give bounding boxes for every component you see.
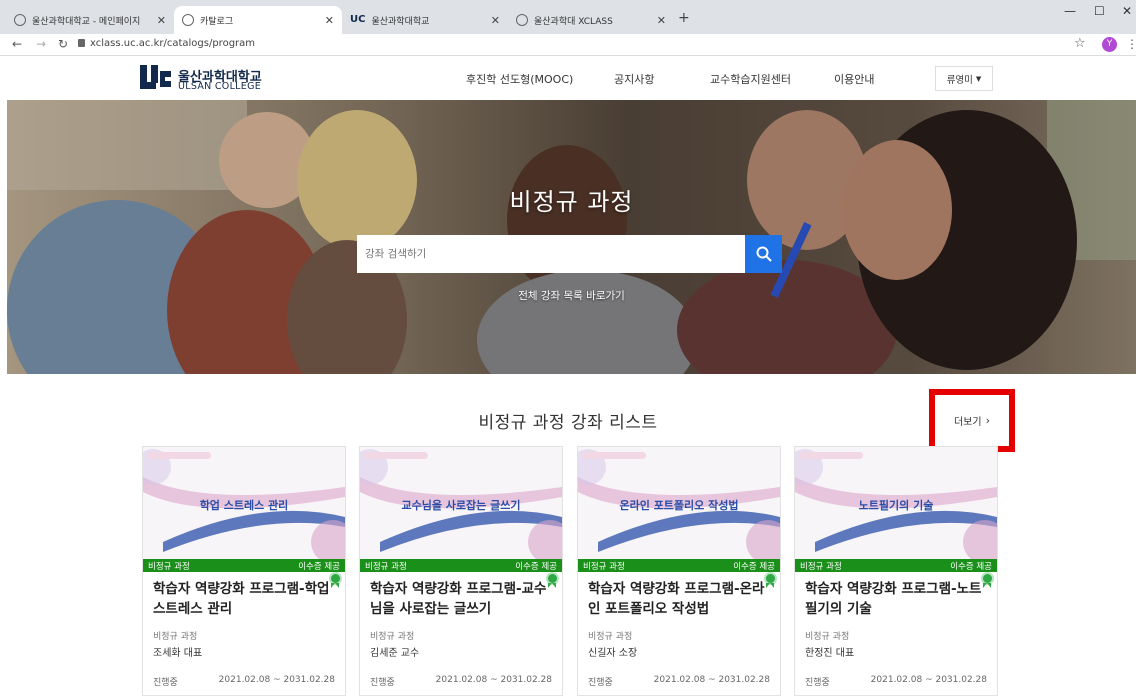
logo-text-english: ULSAN COLLEGE [178,81,262,92]
new-tab-icon[interactable]: + [678,10,690,26]
course-status: 진행중 [588,678,613,688]
thumbnail-title: 학업 스트레스 관리 [199,499,289,512]
globe-icon [14,14,26,26]
browser-tab[interactable]: 울산과학대 XCLASS ✕ [508,6,674,34]
course-period: 2021.02.08 ~ 2031.02.28 [653,675,770,685]
course-status: 진행중 [805,678,830,688]
certificate-tag: 이수증 제공 [515,561,557,572]
certificate-tag: 이수증 제공 [298,561,340,572]
close-tab-icon[interactable]: ✕ [325,14,334,27]
browser-tab[interactable]: UC 울산과학대학교 ✕ [342,6,508,34]
category-tag: 비정규 과정 [583,561,625,572]
certificate-tag: 이수증 제공 [950,561,992,572]
close-tab-icon[interactable]: ✕ [491,14,500,27]
bookmark-star-icon[interactable]: ☆ [1074,36,1086,51]
course-category: 비정규 과정 [370,632,415,642]
uc-logo-icon: UC [350,14,366,25]
course-card[interactable]: 노트필기의 기술 비정규 과정 이수증 제공 학습자 역량강화 프로그램-노트필… [794,446,998,696]
course-card[interactable]: 교수님을 사로잡는 글쓰기 비정규 과정 이수증 제공 학습자 역량강화 프로그… [359,446,563,696]
course-search-input[interactable] [357,235,745,273]
back-icon[interactable]: ← [12,37,22,51]
course-thumbnail: 온라인 포트폴리오 작성법 [578,447,780,559]
user-name: 류영미 [946,74,973,86]
course-category: 비정규 과정 [588,632,633,642]
course-instructor: 한정진 대표 [805,648,855,659]
globe-icon [182,14,194,26]
tab-title: 카탈로그 [200,16,234,27]
course-instructor: 조세화 대표 [153,648,203,659]
thumbnail-badge [799,452,863,459]
nav-item-notice[interactable]: 공지사항 [614,71,654,87]
nav-item-mooc[interactable]: 후진학 선도형(MOOC) [466,71,573,87]
course-search-box [357,235,782,273]
nav-item-guide[interactable]: 이용안내 [834,71,874,87]
course-instructor: 김세준 교수 [370,648,420,659]
course-title[interactable]: 학습자 역량강화 프로그램-교수님을 사로잡는 글쓰기 [370,579,554,619]
globe-icon [516,14,528,26]
browser-tab-strip: 울산과학대학교 - 메인페이지 ✕ 카탈로그 ✕ UC 울산과학대학교 ✕ 울산… [0,0,1136,34]
course-tag-strip: 비정규 과정 이수증 제공 [578,559,780,572]
address-bar: ← → ↻ xclass.uc.ac.kr/catalogs/program ☆… [0,34,1136,56]
ulsan-college-logo-icon[interactable] [140,63,172,91]
chevron-right-icon: › [985,414,990,427]
course-tag-strip: 비정규 과정 이수증 제공 [795,559,997,572]
course-tag-strip: 비정규 과정 이수증 제공 [360,559,562,572]
course-tag-strip: 비정규 과정 이수증 제공 [143,559,345,572]
tab-title: 울산과학대학교 - 메인페이지 [32,16,141,27]
caret-down-icon: ▼ [975,74,982,83]
course-status: 진행중 [153,678,178,688]
course-thumbnail: 교수님을 사로잡는 글쓰기 [360,447,562,559]
nav-item-teaching-center[interactable]: 교수학습지원센터 [710,71,791,87]
thumbnail-title: 노트필기의 기술 [858,499,934,512]
menu-kebab-icon[interactable]: ⋮ [1126,37,1136,51]
thumbnail-badge [364,452,428,459]
course-title[interactable]: 학습자 역량강화 프로그램-학업 스트레스 관리 [153,579,337,619]
browser-tab[interactable]: 울산과학대학교 - 메인페이지 ✕ [6,6,174,34]
more-button[interactable]: 더보기 › [929,389,1015,452]
profile-avatar[interactable]: Y [1102,37,1117,52]
category-tag: 비정규 과정 [365,561,407,572]
course-period: 2021.02.08 ~ 2031.02.28 [870,675,987,685]
hero-title: 비정규 과정 [509,188,634,216]
course-card[interactable]: 온라인 포트폴리오 작성법 비정규 과정 이수증 제공 학습자 역량강화 프로그… [577,446,781,696]
course-thumbnail: 노트필기의 기술 [795,447,997,559]
course-instructor: 신길자 소장 [588,648,638,659]
tab-title: 울산과학대학교 [371,16,430,27]
thumbnail-title: 교수님을 사로잡는 글쓰기 [401,499,521,512]
site-header: 울산과학대학교 ULSAN COLLEGE 후진학 선도형(MOOC) 공지사항… [0,57,1136,100]
course-category: 비정규 과정 [153,632,198,642]
minimize-icon[interactable]: — [1064,4,1076,18]
course-period: 2021.02.08 ~ 2031.02.28 [435,675,552,685]
thumbnail-badge [147,452,211,459]
certificate-tag: 이수증 제공 [733,561,775,572]
search-icon [756,246,772,262]
search-button[interactable] [745,235,782,273]
thumbnail-badge [582,452,646,459]
all-courses-link[interactable]: 전체 강좌 목록 바로가기 [7,288,1136,303]
user-dropdown[interactable]: 류영미 ▼ [935,66,993,91]
course-title[interactable]: 학습자 역량강화 프로그램-온라인 포트폴리오 작성법 [588,579,772,619]
thumbnail-title: 온라인 포트폴리오 작성법 [619,499,739,512]
course-period: 2021.02.08 ~ 2031.02.28 [218,675,335,685]
close-tab-icon[interactable]: ✕ [157,14,166,27]
category-tag: 비정규 과정 [148,561,190,572]
reload-icon[interactable]: ↻ [58,37,68,51]
close-window-icon[interactable]: ✕ [1122,4,1132,18]
more-label: 더보기 [953,417,982,428]
category-tag: 비정규 과정 [800,561,842,572]
url-field[interactable]: xclass.uc.ac.kr/catalogs/program [90,38,255,49]
maximize-icon[interactable]: ☐ [1094,4,1105,18]
browser-tab-active[interactable]: 카탈로그 ✕ [174,6,342,34]
course-status: 진행중 [370,678,395,688]
close-tab-icon[interactable]: ✕ [657,14,666,27]
forward-icon[interactable]: → [36,37,46,51]
course-title[interactable]: 학습자 역량강화 프로그램-노트필기의 기술 [805,579,989,619]
course-thumbnail: 학업 스트레스 관리 [143,447,345,559]
course-card[interactable]: 학업 스트레스 관리 비정규 과정 이수증 제공 학습자 역량강화 프로그램-학… [142,446,346,696]
hero-banner: 비정규 과정 전체 강좌 목록 바로가기 [7,100,1136,374]
course-category: 비정규 과정 [805,632,850,642]
lock-icon [78,39,85,47]
tab-title: 울산과학대 XCLASS [534,16,613,27]
